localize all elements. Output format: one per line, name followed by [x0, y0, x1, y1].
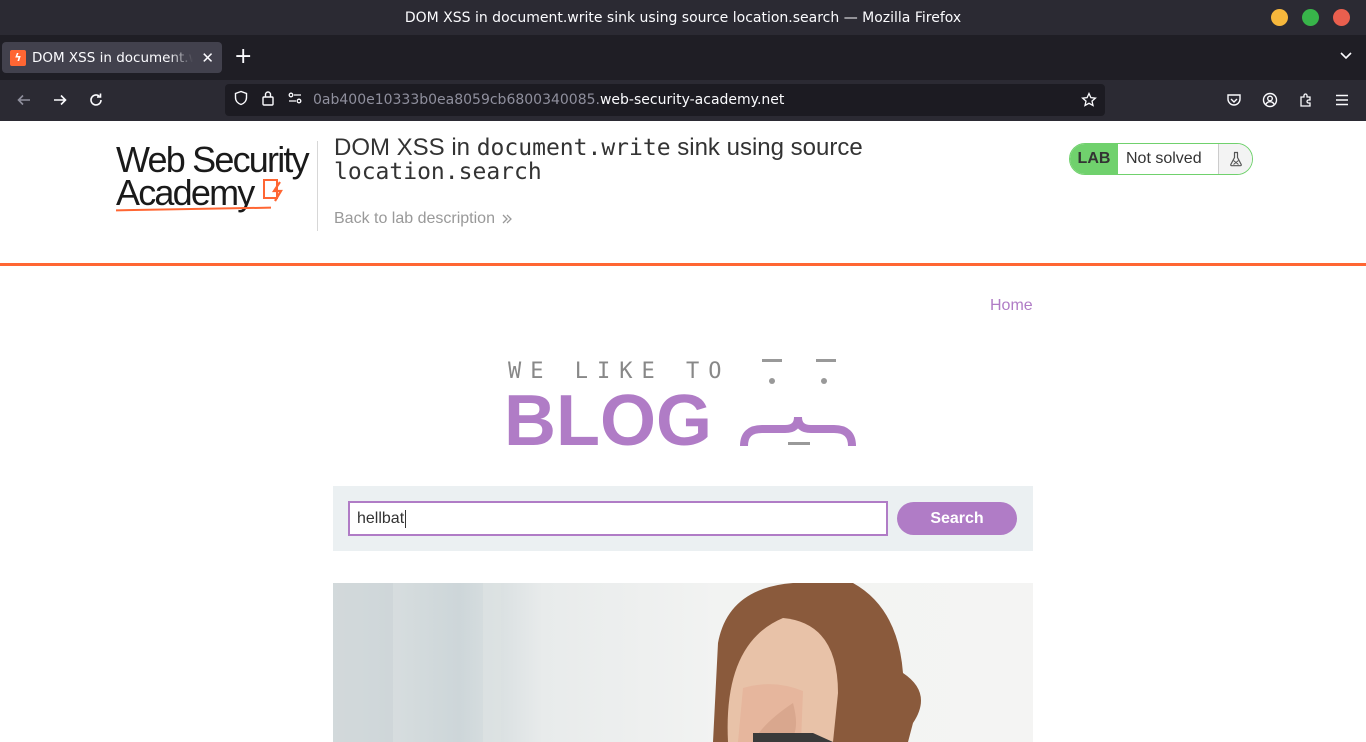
- url-bar[interactable]: 0ab400e10333b0ea8059cb6800340085.web-sec…: [225, 84, 1105, 116]
- window-titlebar: DOM XSS in document.write sink using sou…: [0, 0, 1366, 35]
- extensions-button[interactable]: [1296, 90, 1316, 110]
- tab-title: DOM XSS in document.write sink using sou…: [31, 49, 193, 66]
- reload-button[interactable]: [86, 90, 106, 110]
- search-input-value: hellbat: [357, 509, 405, 527]
- close-window-button[interactable]: [1333, 9, 1350, 26]
- web-security-academy-logo[interactable]: Web Security Academy: [115, 142, 316, 212]
- banner-blog-text: BLOG: [504, 381, 712, 451]
- minimize-button[interactable]: [1271, 9, 1288, 26]
- window-controls: [1271, 9, 1350, 26]
- blog-post-image[interactable]: [333, 583, 1033, 742]
- favicon-icon: ϟ: [10, 49, 26, 66]
- permissions-icon[interactable]: [287, 90, 303, 110]
- tab-close-icon[interactable]: ✕: [201, 49, 214, 67]
- navigation-toolbar: 0ab400e10333b0ea8059cb6800340085.web-sec…: [0, 80, 1366, 121]
- shield-icon[interactable]: [233, 90, 249, 110]
- text-caret: [405, 509, 407, 528]
- lock-icon[interactable]: [261, 90, 275, 110]
- lab-title-middle: sink using source: [670, 134, 863, 161]
- lab-title: DOM XSS in document.write sink using sou…: [334, 134, 863, 185]
- lightning-icon: [263, 179, 283, 202]
- search-input[interactable]: hellbat: [348, 501, 888, 536]
- arrow-left-icon: [17, 94, 30, 106]
- lab-title-code1: document.write: [476, 135, 671, 161]
- new-tab-button[interactable]: +: [234, 44, 252, 69]
- hamburger-icon: [1336, 94, 1348, 106]
- menu-button[interactable]: [1332, 90, 1352, 110]
- maximize-button[interactable]: [1302, 9, 1319, 26]
- url-subdomain: 0ab400e10333b0ea8059cb6800340085.: [313, 92, 600, 108]
- arrow-right-icon: [54, 94, 67, 106]
- puzzle-icon: [1300, 93, 1311, 107]
- search-button[interactable]: Search: [897, 502, 1017, 535]
- window-title: DOM XSS in document.write sink using sou…: [404, 9, 962, 26]
- pocket-button[interactable]: [1224, 90, 1244, 110]
- url-domain: web-security-academy.net: [599, 92, 785, 108]
- forward-button[interactable]: [50, 90, 70, 110]
- pocket-icon: [1227, 94, 1241, 106]
- back-to-lab-description-link[interactable]: Back to lab description: [334, 210, 513, 228]
- blog-banner: WE LIKE TO BLOG: [504, 359, 856, 451]
- lab-status-widget: LAB Not solved: [1069, 143, 1253, 175]
- list-all-tabs-button[interactable]: [1339, 48, 1353, 67]
- lab-status-text: Not solved: [1126, 150, 1202, 167]
- header-divider: [317, 141, 318, 231]
- nav-home-link[interactable]: Home: [990, 297, 1033, 315]
- search-panel: hellbat Search: [333, 486, 1033, 551]
- tab-strip: ϟ DOM XSS in document.write sink using s…: [0, 35, 1366, 80]
- bookmark-star-icon[interactable]: [1081, 91, 1097, 112]
- url-text[interactable]: 0ab400e10333b0ea8059cb6800340085.web-sec…: [313, 92, 784, 108]
- lab-title-prefix: DOM XSS in: [334, 134, 477, 161]
- back-button[interactable]: [14, 90, 34, 110]
- flask-icon[interactable]: [1218, 144, 1252, 174]
- account-icon: [1262, 92, 1278, 108]
- double-chevron-right-icon: [502, 214, 512, 224]
- account-button[interactable]: [1260, 90, 1280, 110]
- tab-active[interactable]: ϟ DOM XSS in document.write sink using s…: [2, 42, 222, 73]
- chevron-down-icon: [1340, 52, 1352, 60]
- woman-surprised-photo: [333, 583, 921, 742]
- reload-icon: [90, 93, 102, 106]
- header-rule: [0, 263, 1366, 266]
- back-link-label: Back to lab description: [334, 210, 495, 227]
- lab-badge: LAB: [1070, 144, 1118, 174]
- lab-title-code2: location.search: [334, 159, 542, 185]
- page-content: Web Security Academy DOM XSS in document…: [0, 121, 1366, 742]
